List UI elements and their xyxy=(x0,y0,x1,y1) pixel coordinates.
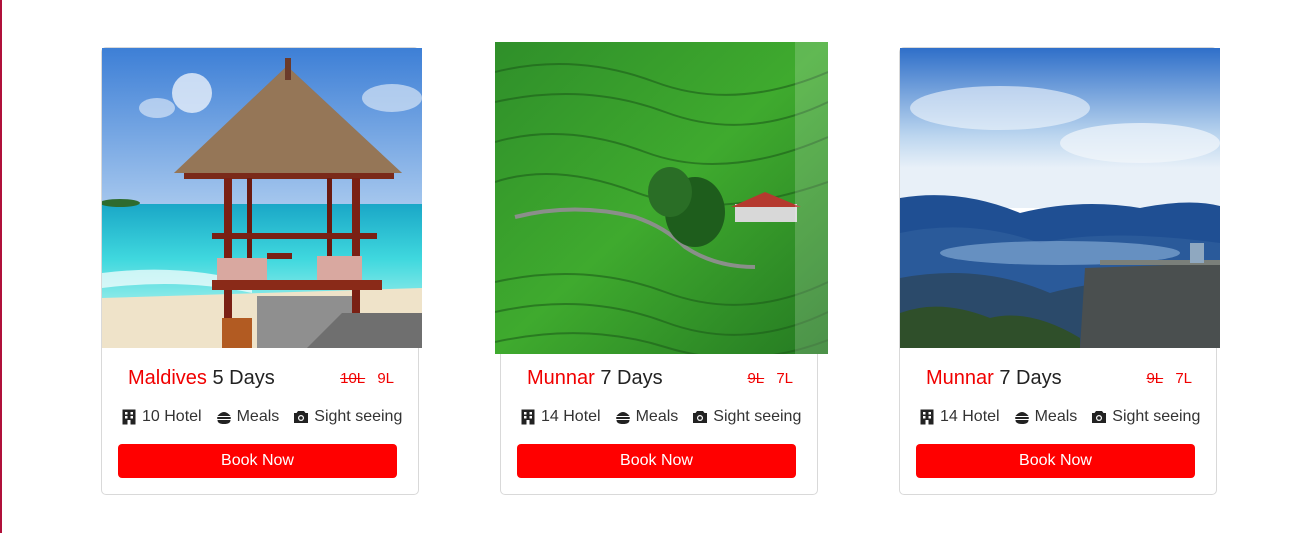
book-now-button[interactable]: Book Now xyxy=(916,444,1195,478)
camera-icon xyxy=(293,409,309,425)
feature-hotel: 14 Hotel xyxy=(520,408,601,426)
package-price: 9L 7L xyxy=(1146,370,1192,387)
camera-icon xyxy=(692,409,708,425)
package-card-maldives: Maldives 5 Days 10L 9L 10 Hotel Meals Si… xyxy=(101,47,422,495)
package-features: 14 Hotel Meals Sight seeing xyxy=(919,406,1200,428)
new-price: 9L xyxy=(377,369,394,387)
feature-sightseeing-label: Sight seeing xyxy=(1112,408,1201,425)
feature-meals-label: Meals xyxy=(635,408,679,425)
burger-icon xyxy=(615,409,631,425)
old-price: 9L xyxy=(747,369,765,387)
package-place: Maldives xyxy=(128,366,207,389)
package-duration: 5 Days xyxy=(212,366,275,389)
feature-hotel: 10 Hotel xyxy=(121,408,202,426)
package-card-munnar-mountains: Munnar 7 Days 9L 7L 14 Hotel Meals Sight… xyxy=(899,47,1220,495)
feature-sightseeing: Sight seeing xyxy=(1091,408,1200,426)
package-features: 14 Hotel Meals Sight seeing xyxy=(520,406,801,428)
feature-meals: Meals xyxy=(615,408,679,426)
feature-meals-label: Meals xyxy=(1034,408,1078,425)
building-icon xyxy=(520,409,536,425)
feature-meals: Meals xyxy=(216,408,280,426)
old-price: 9L xyxy=(1146,369,1164,387)
feature-sightseeing-label: Sight seeing xyxy=(713,408,802,425)
package-photo-munnar-mountains xyxy=(900,48,1220,348)
burger-icon xyxy=(216,409,232,425)
book-now-button[interactable]: Book Now xyxy=(517,444,796,478)
feature-hotel-label: 14 Hotel xyxy=(541,408,601,425)
package-title: Munnar 7 Days xyxy=(527,367,663,390)
package-duration: 7 Days xyxy=(600,366,663,389)
feature-sightseeing-label: Sight seeing xyxy=(314,408,403,425)
feature-hotel: 14 Hotel xyxy=(919,408,1000,426)
package-card-munnar-tea: Munnar 7 Days 9L 7L 14 Hotel Meals Sight… xyxy=(495,42,828,495)
burger-icon xyxy=(1014,409,1030,425)
package-photo-maldives xyxy=(102,48,422,348)
package-title: Munnar 7 Days xyxy=(926,367,1062,390)
package-place: Munnar xyxy=(926,366,994,389)
building-icon xyxy=(121,409,137,425)
feature-sightseeing: Sight seeing xyxy=(293,408,402,426)
package-price: 10L 9L xyxy=(340,370,394,387)
book-now-button[interactable]: Book Now xyxy=(118,444,397,478)
package-features: 10 Hotel Meals Sight seeing xyxy=(121,406,402,428)
package-place: Munnar xyxy=(527,366,595,389)
feature-meals-label: Meals xyxy=(236,408,280,425)
feature-meals: Meals xyxy=(1014,408,1078,426)
new-price: 7L xyxy=(1175,369,1192,387)
package-price: 9L 7L xyxy=(747,370,793,387)
feature-hotel-label: 10 Hotel xyxy=(142,408,202,425)
feature-sightseeing: Sight seeing xyxy=(692,408,801,426)
package-title: Maldives 5 Days xyxy=(128,367,275,390)
building-icon xyxy=(919,409,935,425)
package-photo-munnar-tea xyxy=(495,42,828,354)
page-left-edge xyxy=(0,0,2,533)
camera-icon xyxy=(1091,409,1107,425)
new-price: 7L xyxy=(776,369,793,387)
package-duration: 7 Days xyxy=(999,366,1062,389)
old-price: 10L xyxy=(340,369,366,387)
feature-hotel-label: 14 Hotel xyxy=(940,408,1000,425)
